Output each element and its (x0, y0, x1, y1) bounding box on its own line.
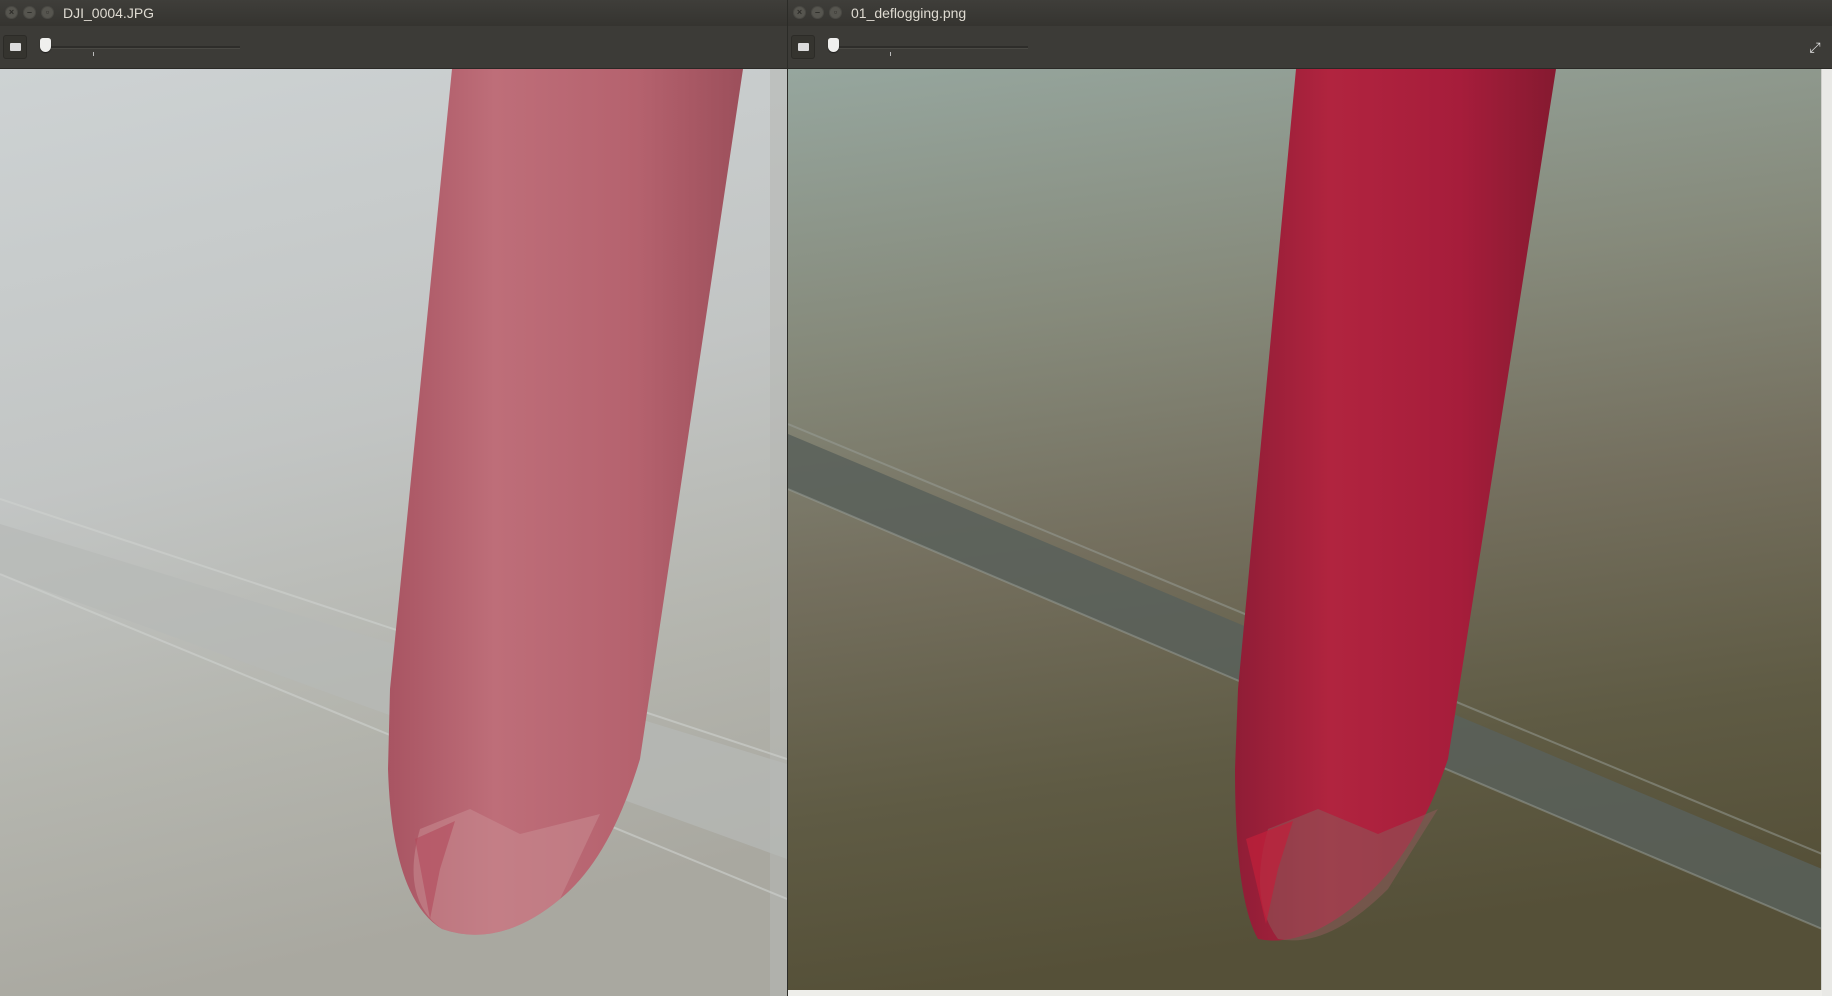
left-image-view[interactable] (0, 69, 787, 996)
window-title: 01_deflogging.png (851, 5, 967, 21)
zoom-out-icon (798, 43, 809, 51)
minimize-icon[interactable]: – (23, 6, 36, 19)
minimize-icon[interactable]: – (811, 6, 824, 19)
zoom-slider-track[interactable] (44, 46, 240, 49)
zoom-slider-handle[interactable] (40, 38, 51, 52)
close-icon[interactable]: × (793, 6, 806, 19)
zoom-slider-handle[interactable] (828, 38, 839, 52)
zoom-out-button[interactable] (3, 35, 27, 59)
vertical-scrollbar[interactable] (1821, 69, 1832, 996)
maximize-icon[interactable]: ▫ (41, 6, 54, 19)
left-viewer-window: × – ▫ DJI_0004.JPG (0, 0, 787, 996)
zoom-slider-track[interactable] (832, 46, 1028, 49)
right-image-view[interactable] (788, 69, 1822, 990)
zoom-slider-tick (93, 52, 94, 56)
close-icon[interactable]: × (5, 6, 18, 19)
right-viewer-window: × – ▫ 01_deflogging.png ⤢ (788, 0, 1832, 996)
right-titlebar[interactable]: × – ▫ 01_deflogging.png (788, 0, 1832, 26)
foggy-turbine-image (0, 69, 787, 996)
fullscreen-icon[interactable]: ⤢ (1806, 38, 1824, 56)
zoom-out-icon (10, 43, 21, 51)
zoom-out-button[interactable] (791, 35, 815, 59)
zoom-slider-tick (890, 52, 891, 56)
window-title: DJI_0004.JPG (63, 5, 155, 21)
left-toolbar (0, 26, 787, 69)
left-titlebar[interactable]: × – ▫ DJI_0004.JPG (0, 0, 787, 26)
horizontal-scrollbar[interactable] (788, 990, 1822, 996)
defogged-turbine-image (788, 69, 1822, 990)
maximize-icon[interactable]: ▫ (829, 6, 842, 19)
right-toolbar: ⤢ (788, 26, 1832, 69)
